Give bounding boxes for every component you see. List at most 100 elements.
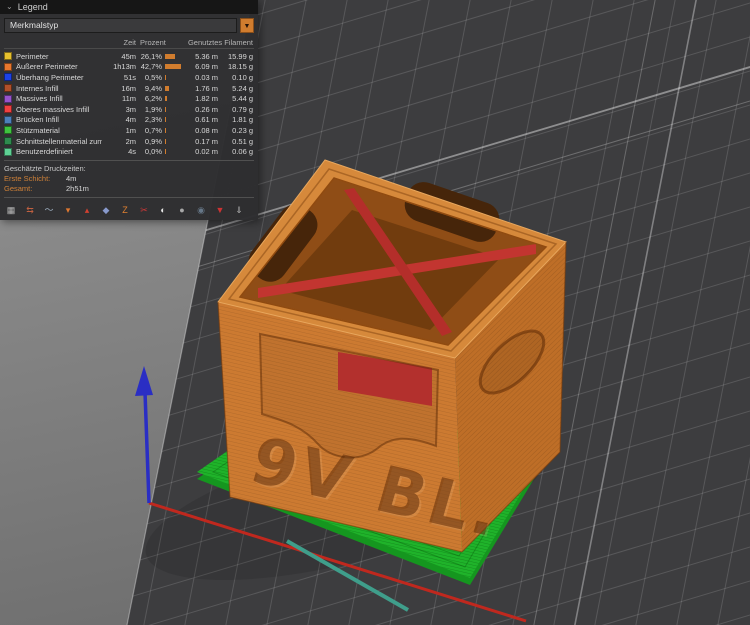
percent-bar-fill <box>165 53 175 59</box>
feature-filament-g: 1.81 g <box>232 115 253 125</box>
feature-label: Perimeter <box>16 51 49 61</box>
col-header-time: Zeit <box>123 38 136 47</box>
color-changes-icon[interactable]: ✂ <box>138 204 150 216</box>
feature-filament-g: 0.23 g <box>232 125 253 135</box>
first-layer-time-value: 4m <box>66 174 77 184</box>
view-type-dropdown-button[interactable]: ▼ <box>240 18 254 33</box>
feature-percent: 0,5% <box>144 72 162 82</box>
feature-filament-g: 18.15 g <box>227 62 253 72</box>
feature-filament-g: 15.99 g <box>227 51 253 61</box>
percent-bar-fill <box>165 64 182 70</box>
legend-row-support-interface[interactable]: Schnittstellenmaterial zum Stützmaterial… <box>4 136 254 147</box>
feature-percent: 2,3% <box>144 115 162 125</box>
total-time-value: 2h51m <box>66 184 89 194</box>
feature-filament-g: 0.06 g <box>232 147 253 157</box>
feature-label: Massives Infill <box>16 94 63 104</box>
feature-label: Überhang Perimeter <box>16 72 84 82</box>
feature-percent: 6,2% <box>144 94 162 104</box>
total-time-label: Gesamt: <box>4 184 33 194</box>
percent-bar-fill <box>165 85 169 91</box>
legend-row-overhang-perimeter[interactable]: Überhang Perimeter 51s 0,5% 0.03 m 0.10 … <box>4 72 254 83</box>
tool-changes-icon[interactable]: Z <box>119 204 131 216</box>
feature-filament-m: 5.36 m <box>195 51 218 61</box>
legend-panel: ⌄ Legend Merkmalstyp ▼ Zeit Prozent Genu… <box>0 0 258 220</box>
feature-color-swatch <box>4 126 12 135</box>
legend-title-bar[interactable]: ⌄ Legend <box>0 0 258 14</box>
feature-percent: 0,7% <box>144 125 162 135</box>
collapse-caret-icon[interactable]: ⌄ <box>6 0 13 14</box>
feature-label: Schnittstellenmaterial zum Stützmaterial <box>16 136 102 146</box>
feature-time: 1m <box>125 125 136 135</box>
feature-percent: 9,4% <box>144 83 162 93</box>
legend-row-perimeter[interactable]: Perimeter 45m 26,1% 5.36 m 15.99 g <box>4 51 254 62</box>
legend-row-bridge-infill[interactable]: Brücken Infill 4m 2,3% 0.61 m 1.81 g <box>4 115 254 126</box>
feature-percent-bar <box>162 74 184 80</box>
feature-color-swatch <box>4 137 12 146</box>
feature-percent: 0,9% <box>144 136 162 146</box>
feature-filament-m: 0.17 m <box>195 136 218 146</box>
feature-color-swatch <box>4 147 12 156</box>
percent-bar-fill <box>165 117 166 123</box>
feature-color-swatch <box>4 52 12 61</box>
feature-percent-bar <box>162 64 184 70</box>
feature-filament-g: 0.51 g <box>232 136 253 146</box>
feature-percent-bar <box>162 127 184 133</box>
retractions-icon[interactable]: ▾ <box>62 204 74 216</box>
legend-row-outer-perimeter[interactable]: Äußerer Perimeter 1h13m 42,7% 6.09 m 18.… <box>4 62 254 73</box>
divider <box>4 196 254 198</box>
feature-filament-g: 5.44 g <box>232 94 253 104</box>
legend-toolbar: ▦ ⇆ 〜 ▾ ▴ ◆ Z ✂ ◐ ● ◉ ▼ ⇓ <box>4 201 254 216</box>
feature-filament-m: 6.09 m <box>195 62 218 72</box>
travel-moves-icon[interactable]: ⇆ <box>24 204 36 216</box>
divider <box>4 159 254 161</box>
legend-row-internal-infill[interactable]: Internes Infill 16m 9,4% 1.76 m 5.24 g <box>4 83 254 94</box>
legend-row-custom[interactable]: Benutzerdefiniert 4s 0,0% 0.02 m 0.06 g <box>4 146 254 157</box>
feature-percent-bar <box>162 138 184 144</box>
legend-row-solid-infill[interactable]: Massives Infill 11m 6,2% 1.82 m 5.44 g <box>4 93 254 104</box>
feature-types-icon[interactable]: ▦ <box>5 204 17 216</box>
seams-icon[interactable]: ◆ <box>100 204 112 216</box>
view-type-select[interactable]: Merkmalstyp <box>4 18 237 33</box>
feature-filament-m: 0.26 m <box>195 104 218 114</box>
percent-bar-fill <box>165 127 166 133</box>
custom-gcodes-icon[interactable]: ● <box>176 204 188 216</box>
col-header-percent: Prozent <box>140 38 166 47</box>
legend-row-top-solid-infill[interactable]: Oberes massives Infill 3m 1,9% 0.26 m 0.… <box>4 104 254 115</box>
pause-prints-icon[interactable]: ◐ <box>157 204 169 216</box>
feature-percent-bar <box>162 149 184 155</box>
percent-bar-fill <box>165 96 168 102</box>
feature-filament-g: 0.10 g <box>232 72 253 82</box>
legend-row-support-material[interactable]: Stützmaterial 1m 0,7% 0.08 m 0.23 g <box>4 125 254 136</box>
percent-bar-fill <box>165 74 166 80</box>
wipe-moves-icon[interactable]: 〜 <box>43 204 55 216</box>
feature-filament-g: 0.79 g <box>232 104 253 114</box>
slicer-preview-window: 9V BL. 9V BL. ⌄ Legend Merkmalstyp ▼ Zei… <box>0 0 750 625</box>
feature-color-swatch <box>4 115 12 124</box>
feature-filament-m: 0.08 m <box>195 125 218 135</box>
percent-bar-fill <box>165 106 166 112</box>
feature-label: Brücken Infill <box>16 115 59 125</box>
feature-percent-bar <box>162 96 184 102</box>
tool-marker-icon[interactable]: ▼ <box>214 204 226 216</box>
feature-color-swatch <box>4 94 12 103</box>
feature-time: 45m <box>121 51 136 61</box>
feature-filament-m: 0.02 m <box>195 147 218 157</box>
deretractions-icon[interactable]: ▴ <box>81 204 93 216</box>
feature-label: Benutzerdefiniert <box>16 147 73 157</box>
feature-percent: 1,9% <box>144 104 162 114</box>
feature-time: 4s <box>128 147 136 157</box>
percent-bar-fill <box>165 149 166 155</box>
feature-label: Internes Infill <box>16 83 59 93</box>
first-layer-time-label: Erste Schicht: <box>4 174 51 184</box>
print-times-header: Geschätzte Druckzeiten: <box>4 163 86 173</box>
output-file-icon[interactable]: ⇓ <box>233 204 245 216</box>
feature-percent-bar <box>162 106 184 112</box>
feature-time: 11m <box>121 94 136 104</box>
feature-color-swatch <box>4 62 12 71</box>
feature-filament-m: 0.61 m <box>195 115 218 125</box>
feature-time: 3m <box>125 104 136 114</box>
col-header-filament: Genutztes Filament <box>187 38 253 47</box>
feature-filament-m: 1.76 m <box>195 83 218 93</box>
shells-icon[interactable]: ◉ <box>195 204 207 216</box>
feature-label: Oberes massives Infill <box>16 104 90 114</box>
